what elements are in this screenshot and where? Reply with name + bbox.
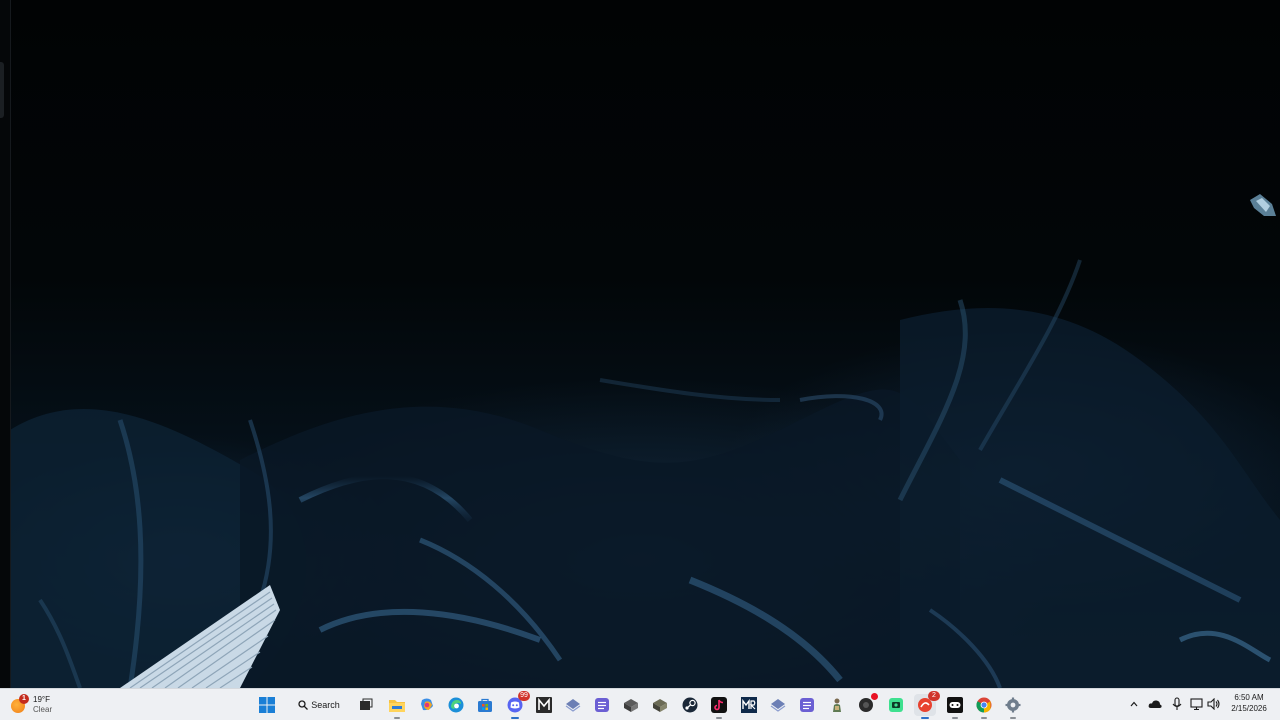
cloud-icon (1148, 700, 1162, 708)
app-box-2-button[interactable] (649, 694, 671, 716)
app-game-button[interactable] (944, 694, 966, 719)
app-cam-button[interactable] (885, 694, 907, 716)
weather-sun-icon: 1 (10, 694, 29, 714)
record-app-alert-dot (871, 693, 878, 700)
folder-icon (389, 700, 405, 712)
app-mr-button[interactable] (738, 694, 760, 716)
windows-logo-icon (259, 697, 275, 713)
diamond-stack-icon (565, 699, 581, 712)
chrome-icon (976, 697, 992, 713)
taskbar-search-button[interactable]: Search (293, 694, 345, 716)
notepad-2-icon (800, 698, 814, 712)
taskbar-clock[interactable]: 6:50 AM 2/15/2026 (1226, 692, 1272, 714)
app-diamond-button[interactable] (562, 694, 584, 716)
edge-button[interactable] (445, 694, 467, 716)
task-view-icon (360, 698, 373, 710)
microphone-icon (1172, 697, 1182, 710)
weather-condition: Clear (33, 705, 53, 714)
speaker-icon (1207, 698, 1220, 710)
app-record-button[interactable] (855, 693, 878, 716)
steam-button[interactable] (679, 694, 701, 716)
copilot-icon (421, 698, 433, 711)
app-box-button[interactable] (620, 694, 642, 716)
app-notepad-2-button[interactable] (796, 694, 818, 716)
search-icon (298, 700, 309, 710)
clock-time: 6:50 AM (1234, 693, 1264, 702)
search-label: Search (311, 700, 340, 710)
chrome-button[interactable] (973, 694, 995, 719)
file-explorer-button[interactable] (386, 694, 408, 719)
notepad-icon (595, 698, 609, 712)
task-view-button[interactable] (355, 694, 377, 716)
box-2-icon (653, 699, 667, 712)
fabric-folds-image (10, 259, 1280, 688)
show-hidden-icons-button[interactable] (1126, 696, 1142, 712)
clock-date: 2/15/2026 (1231, 704, 1267, 713)
gear-icon (1005, 697, 1021, 713)
light-reflection (1248, 192, 1278, 222)
weather-widget[interactable]: 1 19°F Clear (10, 691, 100, 719)
figure-icon (833, 698, 841, 712)
app-m-button[interactable] (533, 694, 555, 716)
store-bag-icon (478, 698, 492, 712)
app-notepad-button[interactable] (591, 694, 613, 716)
camera-app-icon (889, 698, 903, 712)
app-red-active-button[interactable]: 2 (914, 691, 940, 719)
start-button[interactable] (256, 694, 278, 716)
weather-badge: 1 (19, 694, 29, 704)
app-figure-button[interactable] (826, 694, 848, 716)
box-icon (624, 699, 638, 712)
network-monitor-icon (1190, 698, 1203, 710)
desktop-screen: 1 19°F Clear Search 99 2 6:50 AM 2/15/20… (0, 0, 1280, 720)
microsoft-store-button[interactable] (474, 694, 496, 716)
edge-browser-icon (448, 697, 464, 713)
chevron-up-icon (1130, 701, 1138, 707)
microphone-tray-button[interactable] (1169, 696, 1185, 712)
tiktok-button[interactable] (708, 694, 730, 719)
diamond-stack-2-icon (770, 699, 786, 712)
red-app-badge: 2 (928, 691, 940, 701)
discord-badge: 99 (518, 691, 530, 701)
taskbar: 1 19°F Clear Search 99 2 6:50 AM 2/15/20… (0, 688, 1280, 720)
app-diamond-2-button[interactable] (767, 694, 789, 716)
discord-button[interactable]: 99 (504, 691, 530, 719)
mr-app-icon (741, 697, 757, 713)
copilot-button[interactable] (416, 694, 438, 716)
weather-temperature: 19°F (33, 695, 50, 704)
left-window-edge (0, 0, 11, 688)
onedrive-tray-button[interactable] (1147, 696, 1163, 712)
volume-tray-button[interactable] (1206, 696, 1222, 712)
settings-button[interactable] (1002, 694, 1024, 719)
tiktok-icon (711, 697, 727, 713)
gamepad-icon (947, 697, 963, 713)
desktop-wallpaper (0, 0, 1280, 688)
window-edge-handle[interactable] (0, 62, 4, 118)
network-tray-button[interactable] (1189, 696, 1205, 712)
steam-icon (682, 697, 698, 713)
m-letter-app-icon (536, 697, 552, 713)
